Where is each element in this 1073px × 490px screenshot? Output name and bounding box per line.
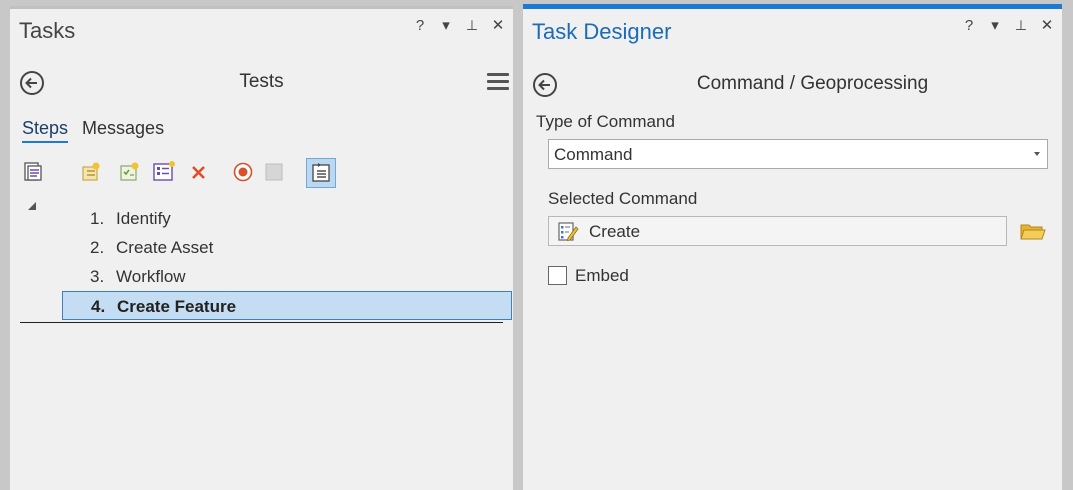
step-label: Create Feature	[117, 297, 237, 316]
selected-command-label: Selected Command	[548, 189, 698, 208]
close-button[interactable]: ✕	[489, 16, 507, 34]
step-label: Workflow	[116, 267, 186, 286]
pane-splitter[interactable]	[513, 0, 523, 490]
back-arrow-icon	[538, 79, 550, 91]
task-designer-pane: Task Designer ? ▾ ⊥ ✕ Command / Geoproce…	[523, 4, 1062, 490]
new-step-icon[interactable]	[118, 161, 140, 183]
step-item[interactable]: 2. Create Asset	[62, 233, 512, 262]
step-item[interactable]: 3. Workflow	[62, 262, 512, 291]
pin-button[interactable]: ⊥	[1012, 17, 1030, 34]
tasks-pane-title: Tasks	[19, 18, 76, 43]
embed-label: Embed	[575, 266, 629, 285]
step-item[interactable]: 1. Identify	[62, 204, 512, 233]
task-properties-icon[interactable]	[22, 161, 44, 183]
help-button[interactable]: ?	[411, 17, 429, 34]
task-name: Tests	[239, 71, 284, 92]
delete-icon[interactable]	[188, 161, 210, 183]
section-title: Command / Geoprocessing	[696, 73, 929, 94]
help-button[interactable]: ?	[960, 17, 978, 34]
pin-button[interactable]: ⊥	[463, 17, 481, 34]
tasks-pane-header: Tasks ? ▾ ⊥ ✕	[10, 9, 513, 47]
close-button[interactable]: ✕	[1038, 16, 1056, 34]
designer-pane-header: Task Designer ? ▾ ⊥ ✕	[523, 9, 1062, 47]
step-item-selected[interactable]: 4. Create Feature	[62, 291, 512, 320]
tasks-pane-controls: ? ▾ ⊥ ✕	[411, 16, 507, 35]
steps-divider	[20, 322, 503, 323]
task-designer-icon[interactable]	[306, 158, 336, 188]
embed-checkbox[interactable]	[548, 266, 567, 285]
options-dropdown-button[interactable]: ▾	[986, 16, 1004, 34]
new-group-icon[interactable]	[80, 161, 102, 183]
back-button[interactable]	[533, 73, 557, 97]
stop-icon[interactable]	[263, 161, 285, 183]
steps-list: 1. Identify 2. Create Asset 3. Workflow 4. C…	[62, 204, 512, 320]
step-label: Identify	[116, 209, 171, 228]
folder-open-icon[interactable]	[1020, 221, 1046, 246]
tab-messages[interactable]: Messages	[82, 118, 164, 143]
tab-steps[interactable]: Steps	[22, 118, 69, 143]
options-dropdown-button[interactable]: ▾	[437, 16, 455, 34]
edit-form-icon	[557, 221, 579, 248]
step-properties-icon[interactable]	[152, 161, 175, 183]
designer-pane-title: Task Designer	[532, 19, 672, 44]
selected-command-field: Create	[548, 216, 1007, 246]
steps-tabs: Steps Messages	[22, 118, 164, 143]
designer-pane-controls: ? ▾ ⊥ ✕	[960, 16, 1056, 35]
step-label: Create Asset	[116, 238, 214, 257]
type-of-command-label: Type of Command	[536, 112, 675, 131]
menu-icon[interactable]	[487, 73, 509, 91]
chevron-down-icon	[1034, 152, 1040, 156]
command-type-dropdown[interactable]: Command	[548, 139, 1048, 169]
collapse-arrow-icon[interactable]	[28, 202, 36, 210]
tasks-pane: Tasks ? ▾ ⊥ ✕ Tests Steps Messages 1. Id…	[10, 6, 513, 490]
record-icon[interactable]	[232, 161, 254, 183]
